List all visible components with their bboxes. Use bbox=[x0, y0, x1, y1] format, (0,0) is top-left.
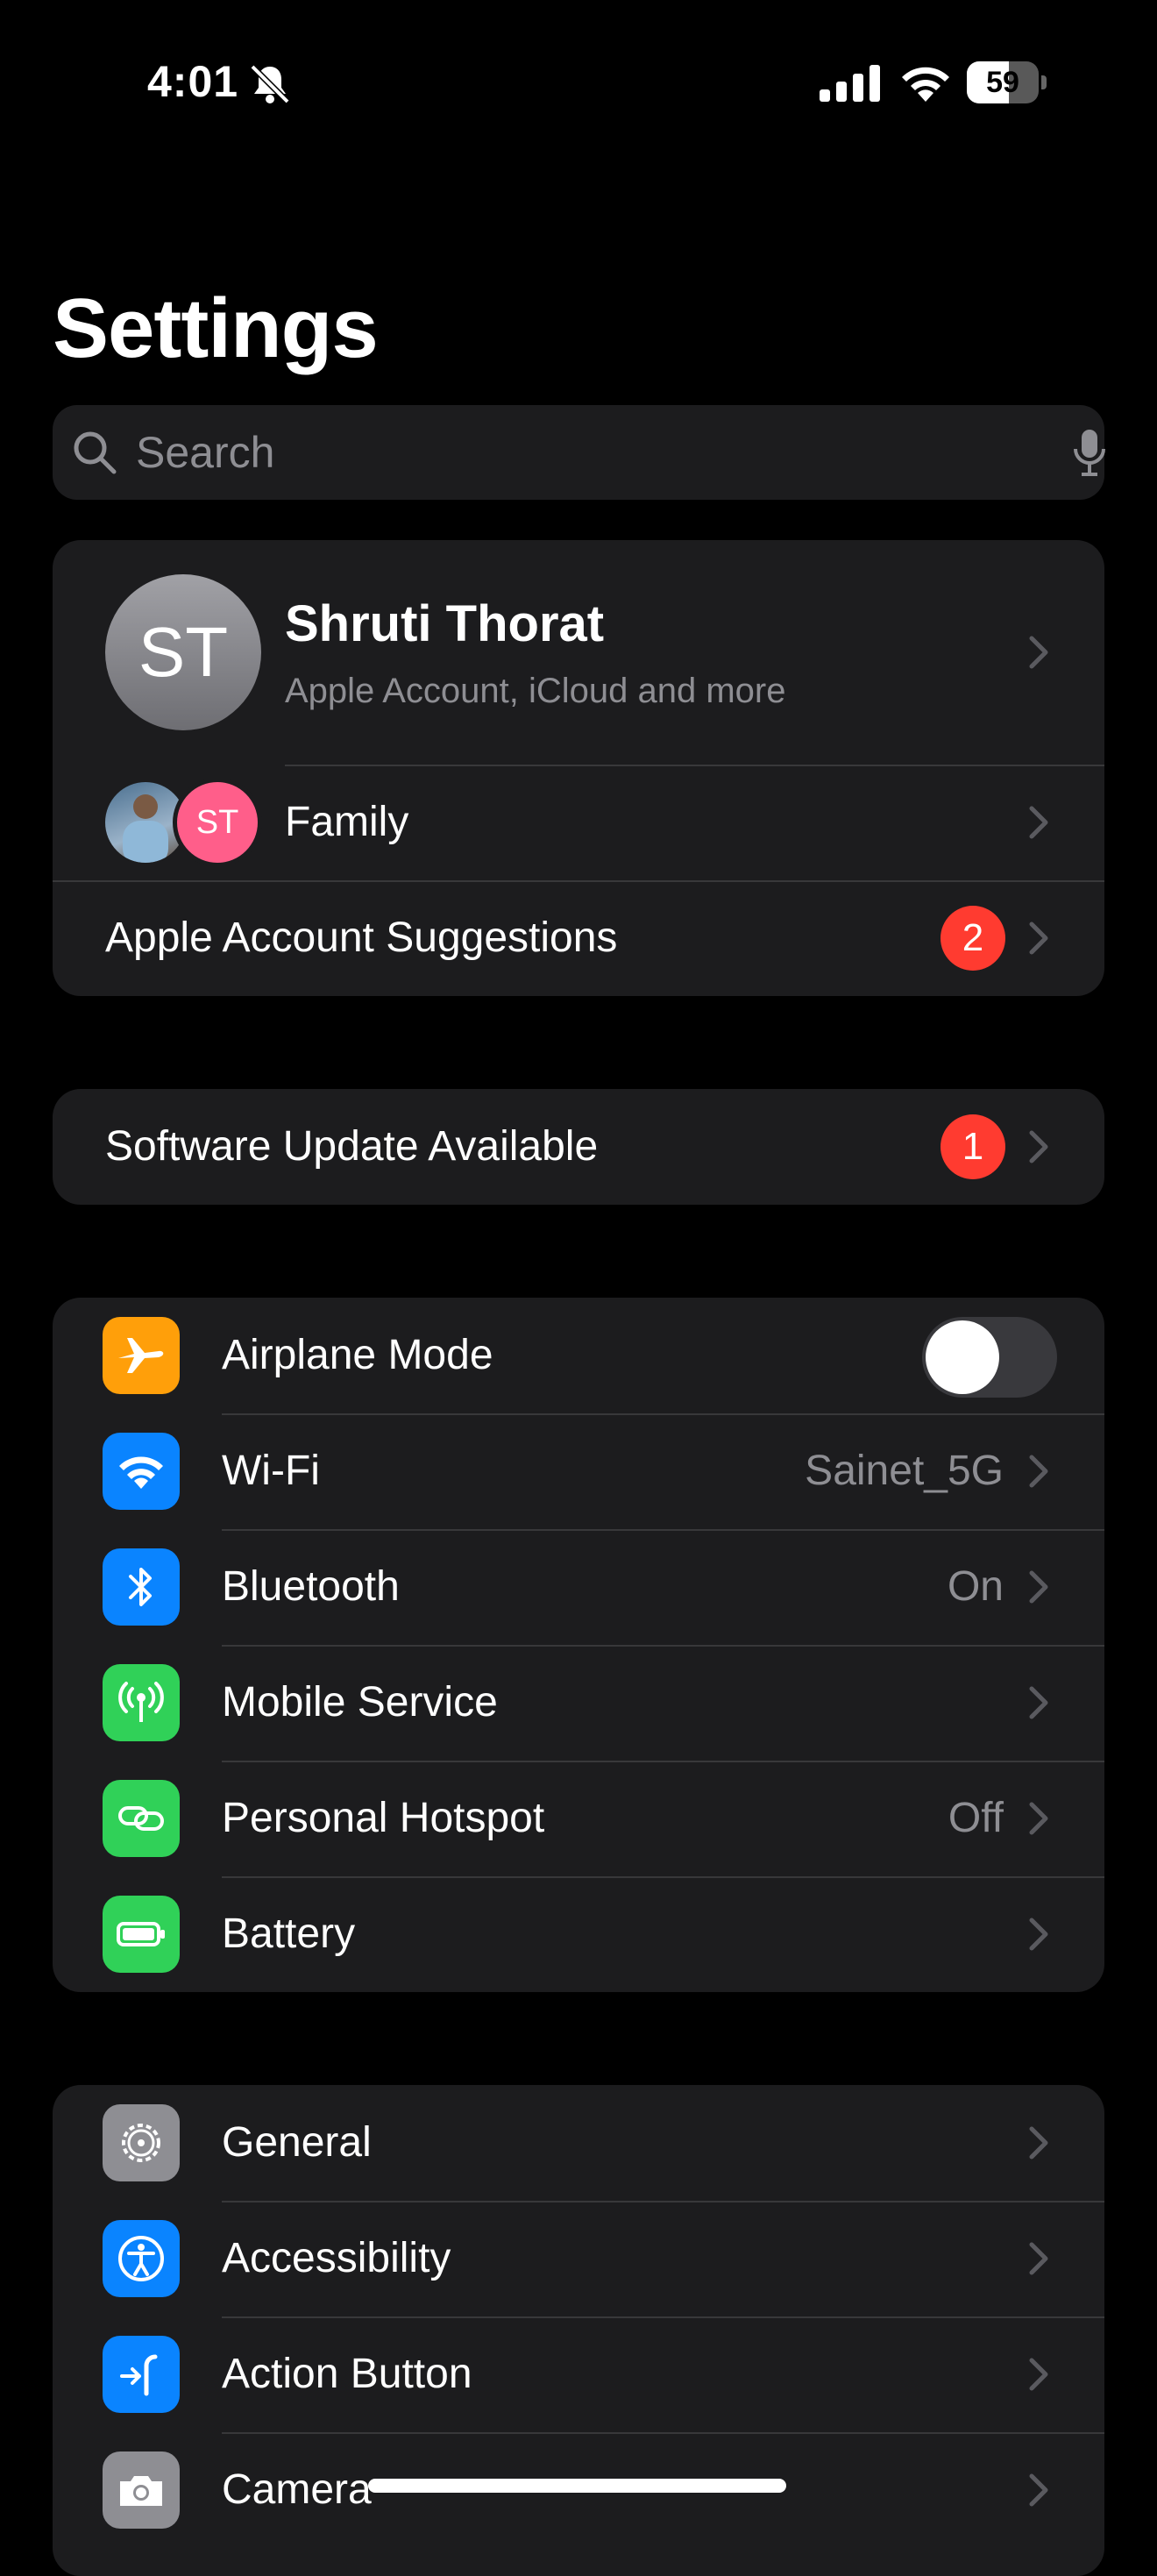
accessibility-row[interactable]: Accessibility bbox=[53, 2201, 1104, 2316]
family-label: Family bbox=[285, 799, 409, 845]
personal-hotspot-row[interactable]: Personal Hotspot Off bbox=[53, 1761, 1104, 1876]
status-time: 4:01 bbox=[147, 57, 239, 106]
wifi-label: Wi-Fi bbox=[222, 1448, 320, 1494]
chevron-right-icon bbox=[1029, 1918, 1048, 1951]
hotspot-link-icon bbox=[103, 1780, 180, 1857]
bell-slash-icon bbox=[250, 64, 290, 104]
chevron-right-icon bbox=[1029, 922, 1048, 955]
personal-hotspot-label: Personal Hotspot bbox=[222, 1795, 545, 1841]
apple-account-suggestions-row[interactable]: Apple Account Suggestions 2 bbox=[53, 880, 1104, 996]
chevron-right-icon bbox=[1029, 1570, 1048, 1604]
battery-percent: 59 bbox=[986, 66, 1019, 99]
family-member-photo bbox=[105, 782, 186, 863]
bluetooth-value: On bbox=[947, 1563, 1004, 1610]
action-button-label: Action Button bbox=[222, 2351, 472, 2397]
chevron-right-icon bbox=[1029, 636, 1048, 669]
personal-hotspot-value: Off bbox=[948, 1795, 1004, 1841]
system-card: General Accessibility Action Button Came… bbox=[53, 2085, 1104, 2576]
airplane-mode-label: Airplane Mode bbox=[222, 1332, 493, 1378]
profile-subtitle: Apple Account, iCloud and more bbox=[285, 672, 786, 710]
chevron-right-icon bbox=[1029, 1686, 1048, 1719]
family-row[interactable]: ST Family bbox=[53, 765, 1104, 880]
bluetooth-row[interactable]: Bluetooth On bbox=[53, 1529, 1104, 1645]
battery-row[interactable]: Battery bbox=[53, 1876, 1104, 1992]
family-member-avatar: ST bbox=[177, 782, 258, 863]
battery-label: Battery bbox=[222, 1911, 356, 1957]
chevron-right-icon bbox=[1029, 2358, 1048, 2391]
notification-badge: 1 bbox=[941, 1114, 1005, 1179]
chevron-right-icon bbox=[1029, 2242, 1048, 2275]
chevron-right-icon bbox=[1029, 1802, 1048, 1835]
general-row[interactable]: General bbox=[53, 2085, 1104, 2201]
general-label: General bbox=[222, 2119, 372, 2166]
search-icon bbox=[74, 431, 117, 474]
camera-label: Camera bbox=[222, 2466, 372, 2513]
family-avatar-initials: ST bbox=[195, 804, 239, 841]
wifi-network-value: Sainet_5G bbox=[805, 1448, 1004, 1494]
software-update-row[interactable]: Software Update Available 1 bbox=[53, 1089, 1104, 1205]
wifi-icon bbox=[103, 1433, 180, 1510]
software-update-card: Software Update Available 1 bbox=[53, 1089, 1104, 1205]
mobile-service-row[interactable]: Mobile Service bbox=[53, 1645, 1104, 1761]
airplane-mode-toggle[interactable] bbox=[922, 1317, 1057, 1398]
avatar: ST bbox=[105, 574, 261, 730]
bluetooth-icon bbox=[103, 1548, 180, 1626]
page-title: Settings bbox=[53, 281, 379, 375]
battery-status: 59 bbox=[967, 61, 1047, 103]
account-card: ST Shruti Thorat Apple Account, iCloud a… bbox=[53, 540, 1104, 996]
suggestions-label: Apple Account Suggestions bbox=[105, 914, 618, 961]
wifi-row[interactable]: Wi-Fi Sainet_5G bbox=[53, 1413, 1104, 1529]
action-button-icon bbox=[103, 2336, 180, 2413]
bluetooth-label: Bluetooth bbox=[222, 1563, 400, 1610]
chevron-right-icon bbox=[1029, 2473, 1048, 2507]
chevron-right-icon bbox=[1029, 1455, 1048, 1488]
profile-name: Shruti Thorat bbox=[285, 595, 605, 652]
antenna-icon bbox=[103, 1664, 180, 1741]
notification-badge: 2 bbox=[941, 906, 1005, 971]
chevron-right-icon bbox=[1029, 1130, 1048, 1163]
airplane-icon bbox=[103, 1317, 180, 1394]
connectivity-card: Airplane Mode Wi-Fi Sainet_5G Bluetooth … bbox=[53, 1298, 1104, 1992]
software-update-label: Software Update Available bbox=[105, 1123, 599, 1170]
apple-account-row[interactable]: ST Shruti Thorat Apple Account, iCloud a… bbox=[53, 540, 1104, 765]
status-bar: 4:01 59 bbox=[0, 0, 1157, 167]
chevron-right-icon bbox=[1029, 806, 1048, 839]
home-indicator[interactable] bbox=[368, 2479, 786, 2493]
microphone-icon[interactable] bbox=[1073, 428, 1106, 477]
mobile-service-label: Mobile Service bbox=[222, 1679, 498, 1726]
chevron-right-icon bbox=[1029, 2126, 1048, 2160]
search-field[interactable]: Search bbox=[53, 405, 1106, 500]
camera-icon bbox=[103, 2451, 180, 2529]
gear-icon bbox=[103, 2104, 180, 2181]
cellular-signal-icon bbox=[820, 65, 880, 102]
airplane-mode-row: Airplane Mode bbox=[53, 1298, 1104, 1413]
search-placeholder: Search bbox=[136, 428, 275, 477]
accessibility-label: Accessibility bbox=[222, 2235, 451, 2281]
action-button-row[interactable]: Action Button bbox=[53, 2316, 1104, 2432]
battery-icon bbox=[103, 1896, 180, 1973]
accessibility-icon bbox=[103, 2220, 180, 2297]
avatar-initials: ST bbox=[138, 613, 229, 691]
wifi-status-icon bbox=[902, 67, 949, 102]
